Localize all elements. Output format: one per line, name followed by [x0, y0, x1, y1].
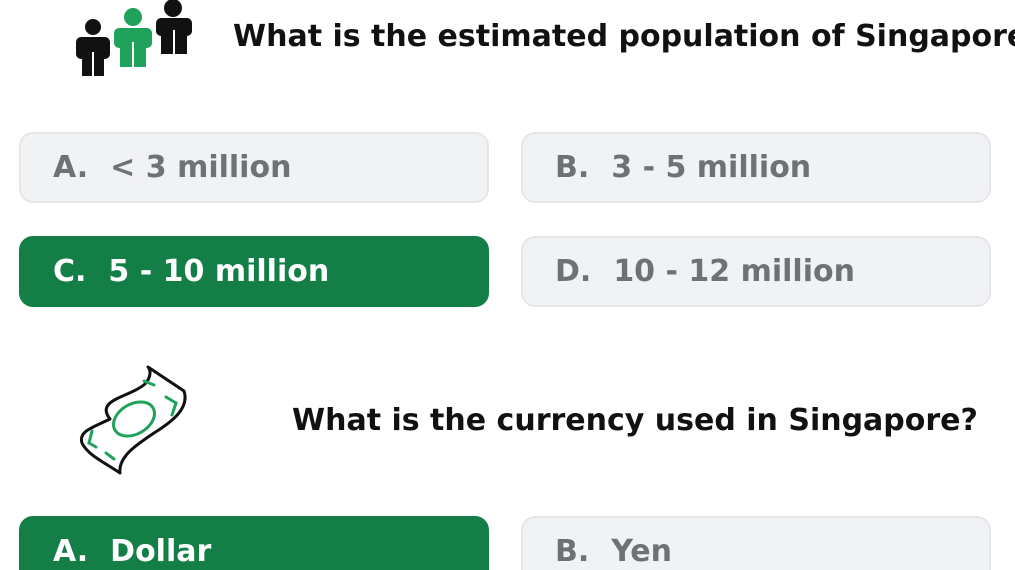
answer-option-b[interactable]: B. Yen [521, 516, 991, 570]
question-title: What is the estimated population of Sing… [233, 19, 1015, 54]
answer-option-a[interactable]: A. Dollar [19, 516, 489, 570]
answer-option-b[interactable]: B. 3 - 5 million [521, 132, 991, 203]
option-label: 10 - 12 million [613, 254, 855, 289]
option-label: Yen [611, 534, 672, 569]
banknote-icon [74, 361, 190, 481]
option-label: < 3 million [110, 150, 292, 185]
option-letter: B. [555, 534, 590, 569]
answer-option-a[interactable]: A. < 3 million [19, 132, 489, 203]
option-label: Dollar [110, 534, 212, 569]
option-letter: C. [53, 254, 87, 289]
option-label: 3 - 5 million [611, 150, 812, 185]
option-label: 5 - 10 million [108, 254, 330, 289]
option-letter: A. [53, 534, 89, 569]
option-letter: B. [555, 150, 590, 185]
quiz-page: What is the estimated population of Sing… [0, 0, 1015, 570]
option-letter: A. [53, 150, 89, 185]
answer-option-c[interactable]: C. 5 - 10 million [19, 236, 489, 307]
option-letter: D. [555, 254, 592, 289]
answer-option-d[interactable]: D. 10 - 12 million [521, 236, 991, 307]
question-title: What is the currency used in Singapore? [292, 403, 978, 438]
people-icon [72, 0, 194, 80]
